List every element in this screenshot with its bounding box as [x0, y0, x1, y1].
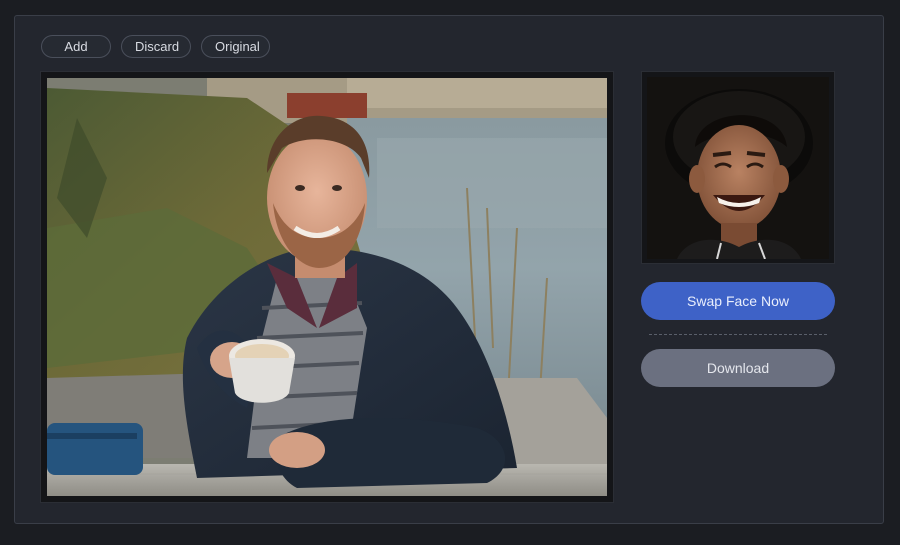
download-button[interactable]: Download: [641, 349, 835, 387]
add-button[interactable]: Add: [41, 35, 111, 58]
target-image[interactable]: [47, 78, 607, 496]
divider: [649, 334, 827, 335]
original-button[interactable]: Original: [201, 35, 270, 58]
swap-face-button[interactable]: Swap Face Now: [641, 282, 835, 320]
source-face-frame: [641, 71, 835, 264]
target-image-frame: [40, 71, 614, 503]
discard-button[interactable]: Discard: [121, 35, 191, 58]
source-face-image[interactable]: [647, 77, 829, 259]
toolbar: Add Discard Original: [41, 35, 270, 58]
